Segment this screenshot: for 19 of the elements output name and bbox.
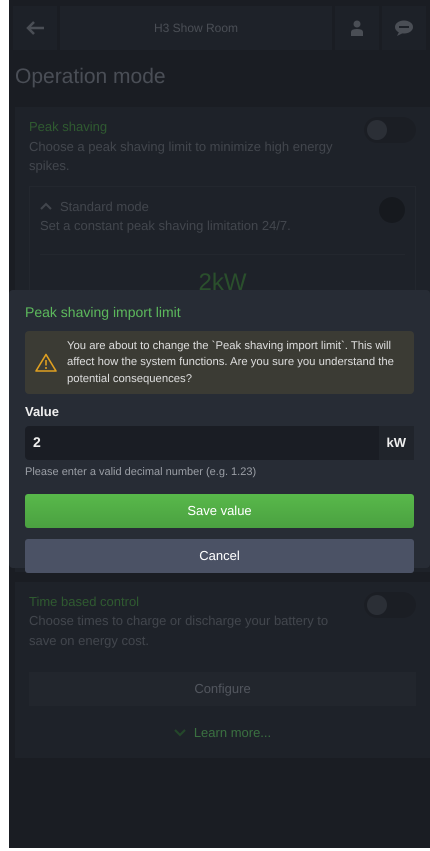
chat-icon <box>394 20 414 36</box>
unit-label: kW <box>378 426 414 460</box>
user-icon <box>351 20 363 36</box>
hint-text: Please enter a valid decimal number (e.g. 1.23) <box>25 464 258 480</box>
chat-button[interactable] <box>382 6 426 50</box>
warning-icon <box>35 353 57 372</box>
dialog-title: Peak shaving import limit <box>25 303 182 322</box>
value-label: Value <box>25 403 60 422</box>
chevron-down-icon <box>174 729 186 738</box>
warning-text: You are about to change the `Peak shaving import limit`. This will affect how the system functions. Are you sure you understand the potential consequences? <box>67 339 395 387</box>
back-button[interactable] <box>13 6 57 50</box>
chevron-icon[interactable] <box>40 202 52 210</box>
mode-title: Peak shaving <box>29 118 108 136</box>
user-button[interactable] <box>335 6 379 50</box>
value-field[interactable]: 2 kW <box>25 426 414 460</box>
mode-title: Time based control <box>29 592 140 611</box>
cancel-button[interactable]: Cancel <box>25 539 414 574</box>
back-arrow-icon <box>25 20 45 36</box>
value-input[interactable]: 2 <box>25 426 378 460</box>
